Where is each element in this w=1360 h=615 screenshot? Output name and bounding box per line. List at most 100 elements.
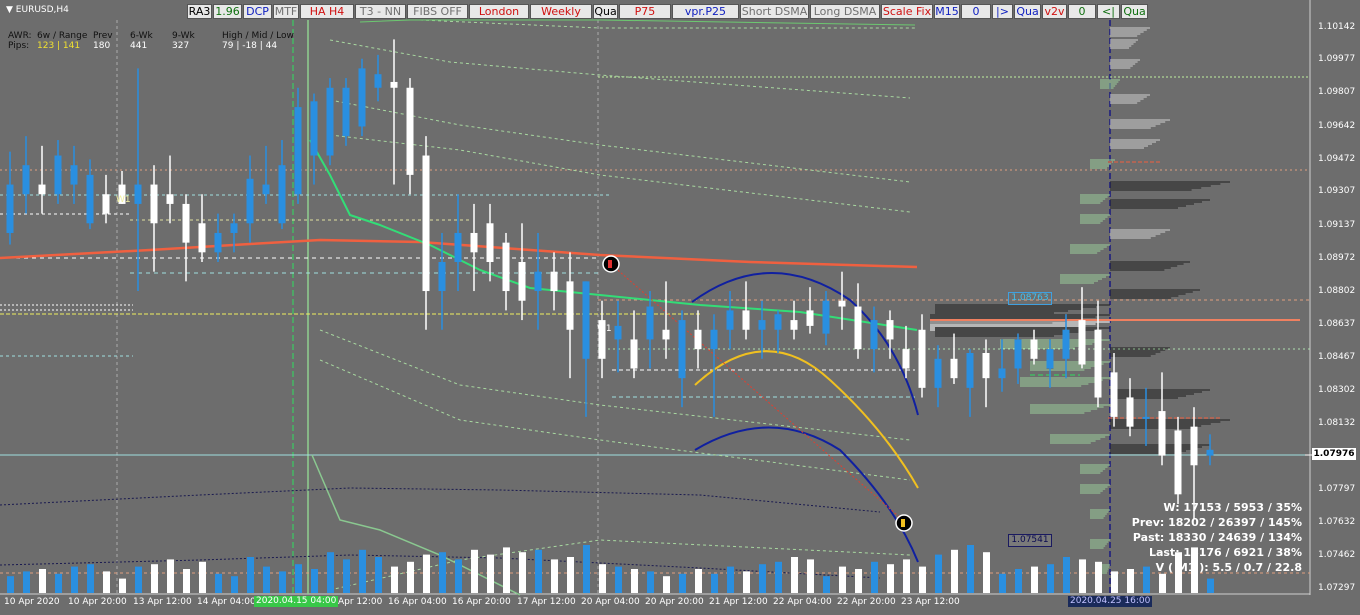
pivot-marker-glyph [901, 519, 905, 527]
volume-bar [711, 573, 718, 593]
volume-bar [167, 559, 174, 593]
toolbar-button-5[interactable]: T3 - NN [355, 4, 406, 19]
candle-body [438, 262, 446, 292]
price-tick-label: 1.08467 [1318, 352, 1356, 362]
volume-bar [231, 576, 238, 593]
toolbar-button-4[interactable]: HA H4 [300, 4, 354, 19]
volume-bar [903, 559, 910, 593]
volume-bar [743, 571, 750, 593]
time-tick-label: 22 Apr 20:00 [837, 597, 896, 607]
toolbar-button-14[interactable]: Scale Fix [881, 4, 933, 19]
volume-bar [343, 559, 350, 593]
candle-body [278, 165, 286, 224]
toolbar-button-1[interactable]: 1.96 [213, 4, 242, 19]
candle-body [1142, 416, 1150, 419]
symbol-label: EURUSD,H4 [15, 5, 69, 15]
price-tick-label: 1.09642 [1318, 121, 1356, 131]
toolbar-button-12[interactable]: Short DSMA [740, 4, 809, 19]
volume-bar [567, 557, 574, 593]
toolbar-button-13[interactable]: Long DSMA [810, 4, 880, 19]
wk9-label: 9-Wk [172, 31, 195, 41]
candle-body [790, 320, 798, 330]
toolbar-button-22[interactable]: Qua [1121, 4, 1148, 19]
pivot-marker-lower [895, 514, 913, 532]
price-tick-label: 1.08302 [1318, 385, 1356, 395]
chart-window[interactable]: ▼ EURUSD,H4 RA3 1.96 DCP MTF HA H4 T3 - NN FIB… [0, 0, 1360, 615]
candle-body [518, 262, 526, 301]
collapse-arrow-icon[interactable]: ▼ [6, 5, 13, 15]
candle-body [166, 194, 174, 204]
toolbar-button-20[interactable]: 0 [1068, 4, 1096, 19]
toolbar-button-21[interactable]: <| [1097, 4, 1120, 19]
volume-bar [1111, 571, 1118, 593]
volume-bar [1095, 561, 1102, 593]
candle-body [486, 223, 494, 263]
candle-body [230, 223, 238, 233]
toolbar-button-19[interactable]: v2v [1042, 4, 1067, 19]
volume-bar [263, 566, 270, 593]
toolbar-button-8[interactable]: Weekly [530, 4, 592, 19]
candle-body [934, 358, 942, 388]
time-tick-label: 20 Apr 04:00 [581, 597, 640, 607]
candle-body [102, 194, 110, 214]
toolbar-button-10[interactable]: P75 [619, 4, 671, 19]
volume-bar [279, 571, 286, 593]
candle-body [1110, 372, 1118, 417]
candle-body [742, 310, 750, 330]
volume-bar [663, 576, 670, 593]
candle-body [1190, 426, 1198, 466]
candle-body [406, 87, 414, 175]
toolbar-button-11[interactable]: vpr.P25 [672, 4, 739, 19]
toolbar-button-3[interactable]: MTF [273, 4, 299, 19]
volume-bar [151, 564, 158, 593]
candle-body [294, 107, 302, 195]
toolbar-button-6[interactable]: FIBS OFF [407, 4, 468, 19]
candle-body [1062, 329, 1070, 359]
price-tick-label: 1.09807 [1318, 87, 1356, 97]
toolbar-button-0[interactable]: RA3 [187, 4, 212, 19]
awr-label: AWR: [8, 31, 32, 41]
time-tick-label: 16 Apr 20:00 [452, 597, 511, 607]
level-marker-upper[interactable]: 1.08763 [1008, 292, 1052, 305]
pips-label: Pips: [8, 41, 30, 51]
volume-bar [471, 549, 478, 593]
volume-bar [295, 564, 302, 593]
volume-bar [791, 557, 798, 593]
volume-bar [1159, 573, 1166, 593]
candle-body [454, 232, 462, 263]
toolbar-button-16[interactable]: 0 [961, 4, 991, 19]
volume-bar [1047, 564, 1054, 593]
volume-bar [87, 564, 94, 593]
candle-body [22, 165, 30, 195]
pivot-marker-glyph [608, 260, 612, 268]
price-tick-label: 1.08637 [1318, 319, 1356, 329]
volume-bar [967, 545, 974, 593]
level-marker-lower[interactable]: 1.07541 [1008, 534, 1052, 547]
toolbar-button-17[interactable]: |> [992, 4, 1013, 19]
candle-body [374, 74, 382, 88]
toolbar-button-7[interactable]: London [469, 4, 529, 19]
toolbar-button-15[interactable]: M15 [934, 4, 960, 19]
volume-bar [1143, 566, 1150, 593]
volume-bar [855, 569, 862, 593]
volume-bar [247, 557, 254, 593]
candle-body [534, 271, 542, 292]
price-tick-label: 1.10142 [1318, 22, 1356, 32]
candle-body [422, 155, 430, 292]
candle-body [726, 310, 734, 330]
toolbar-button-18[interactable]: Qua [1014, 4, 1041, 19]
candle-body [774, 314, 782, 330]
candle-body [246, 178, 254, 224]
volume-bar [359, 549, 366, 593]
toolbar-button-2[interactable]: DCP [243, 4, 272, 19]
volume-bar [199, 561, 206, 593]
candle-body [694, 329, 702, 350]
toolbar-button-9[interactable]: Qua [593, 4, 618, 19]
price-tick-label: 1.09307 [1318, 186, 1356, 196]
candle-body [262, 184, 270, 195]
price-tick-label: 1.08132 [1318, 418, 1356, 428]
w1-label-right: W1 [597, 324, 612, 334]
candle-body [902, 349, 910, 369]
crosshair-time-label: 2020.04.15 04:00 [254, 596, 339, 607]
volume-bar [887, 564, 894, 593]
